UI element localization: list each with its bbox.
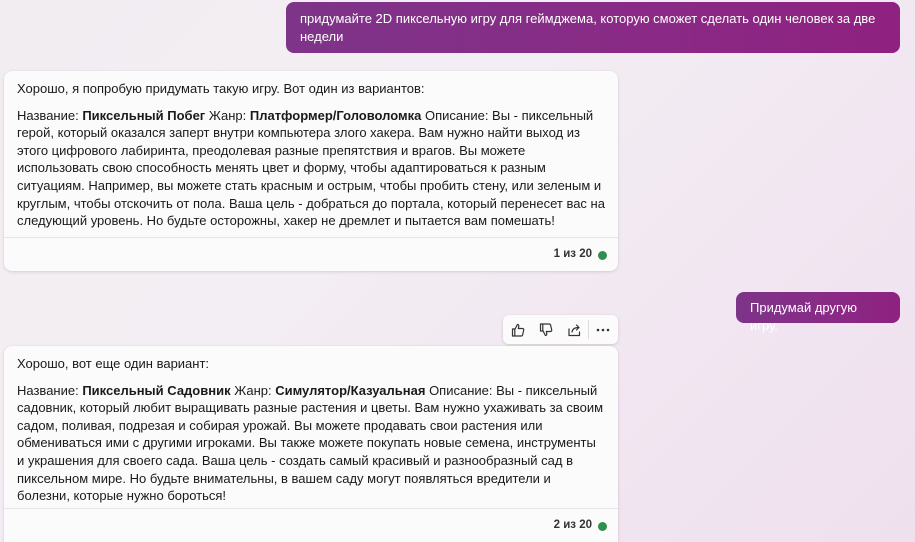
game-name-label: Название: xyxy=(17,107,83,123)
game-description: Описание: Вы - пиксельный садовник, кото… xyxy=(17,382,604,504)
thumbs-up-icon[interactable] xyxy=(508,320,528,340)
bot-message-footer: 1 из 20 xyxy=(4,237,618,271)
thumbs-down-icon[interactable] xyxy=(536,320,556,340)
share-icon[interactable] xyxy=(564,320,584,340)
more-icon[interactable] xyxy=(593,320,613,340)
bot-message-footer: 2 из 20 xyxy=(4,508,618,542)
message-action-bar xyxy=(503,315,618,344)
game-genre-label: Жанр: xyxy=(230,382,276,398)
game-genre-label: Жанр: xyxy=(205,107,250,123)
game-description: Описание: Вы - пиксельный герой, который… xyxy=(17,107,605,229)
user-message: Придумай другую игру. xyxy=(736,292,900,333)
game-genre: Симулятор/Казуальная xyxy=(275,382,426,398)
bot-message-text: Название: Пиксельный Садовник Жанр: Симу… xyxy=(17,382,605,505)
response-counter: 2 из 20 xyxy=(553,519,592,531)
status-dot-icon xyxy=(598,251,607,260)
user-message-text: придумайте 2D пиксельную игру для геймдж… xyxy=(300,11,876,44)
bot-message-text: Название: Пиксельный Побег Жанр: Платфор… xyxy=(17,107,605,230)
bot-message-intro: Хорошо, я попробую придумать такую игру.… xyxy=(17,81,425,96)
response-counter: 1 из 20 xyxy=(553,248,592,260)
game-name: Пиксельный Садовник xyxy=(82,382,231,398)
bot-message: Хорошо, вот еще один вариант: Название: … xyxy=(4,346,618,542)
bot-message-body: Хорошо, вот еще один вариант: Название: … xyxy=(4,346,618,505)
game-name-label: Название: xyxy=(17,382,83,398)
bot-message-intro: Хорошо, вот еще один вариант: xyxy=(17,356,210,371)
action-bar-divider xyxy=(588,320,589,339)
bot-message: Хорошо, я попробую придумать такую игру.… xyxy=(4,71,618,271)
user-message-text: Придумай другую игру. xyxy=(750,300,857,333)
status-dot-icon xyxy=(598,522,607,531)
game-genre: Платформер/Головоломка xyxy=(249,107,422,123)
bot-message-body: Хорошо, я попробую придумать такую игру.… xyxy=(4,71,618,230)
user-message: придумайте 2D пиксельную игру для геймдж… xyxy=(286,2,900,53)
game-name: Пиксельный Побег xyxy=(82,107,206,123)
